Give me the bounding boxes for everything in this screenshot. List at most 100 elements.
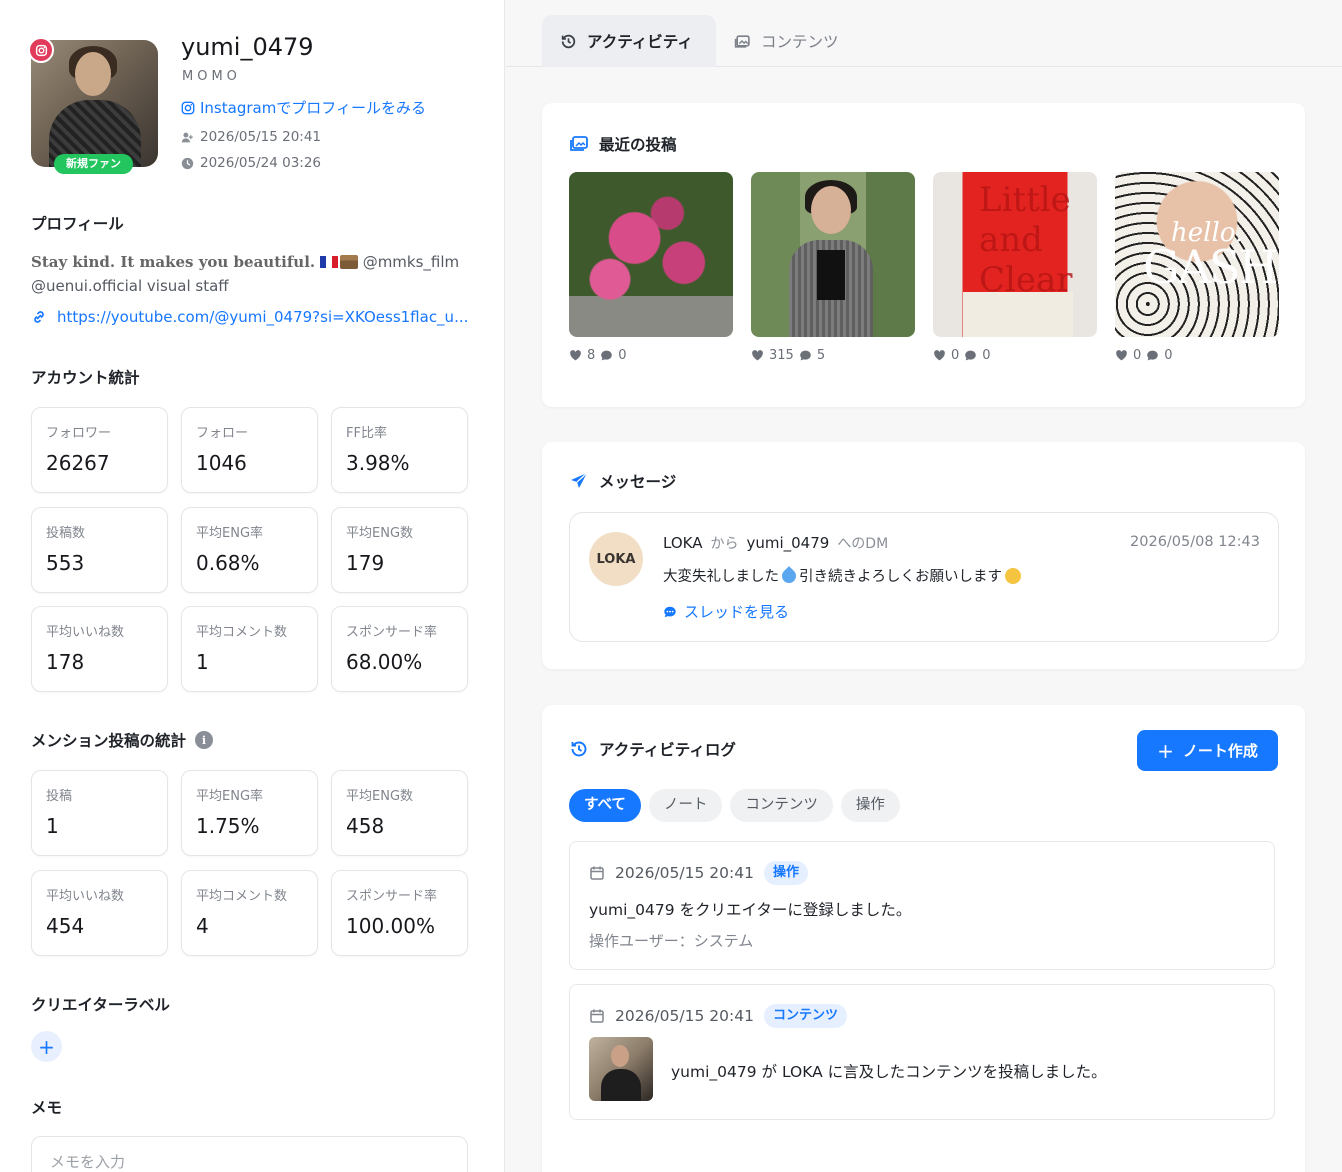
log-operator: 操作ユーザー：システム [589,932,754,950]
image-stack-icon [734,34,750,48]
creator-sidebar: 新規ファン yumi_0479 MOMO Instagramでプロフィールをみる… [0,0,505,1172]
instagram-icon [28,37,54,63]
instagram-profile-link[interactable]: Instagramでプロフィールをみる [181,97,426,118]
stat-value: 458 [346,814,385,838]
registered-date: 2026/05/15 20:41 [181,129,321,145]
stat-label: FF比率 [346,426,387,441]
registered-date-text: 2026/05/15 20:41 [200,129,322,145]
post-item[interactable]: 8 0 [569,172,733,363]
log-date: 2026/05/15 20:41 [615,864,754,882]
comment-icon [601,350,613,361]
bio-external-link[interactable]: https://youtube.com/@yumi_0479?si=XKOess… [31,308,468,326]
instagram-link-label: Instagramでプロフィールをみる [200,99,427,117]
stat-card: 平均ENG数 458 [331,770,468,856]
stat-card: 平均コメント数 4 [181,869,318,956]
activity-log-card: アクティビティログ + ノート作成 すべて ノート コンテンツ 操作 2026/… [542,705,1305,1172]
log-tag: コンテンツ [763,1004,847,1028]
comment-icon [800,350,811,361]
stat-card: 平均ENG率 0.68% [181,506,318,593]
filter-note[interactable]: ノート [648,789,723,822]
comment-icon [1147,350,1159,361]
tab-activity[interactable]: アクティビティ [542,15,716,67]
comment-count: 5 [816,348,826,363]
like-count: 315 [769,348,794,363]
stat-value: 1 [46,814,59,838]
profile-display-name: MOMO [182,69,241,84]
stat-label: 投稿数 [46,525,86,541]
france-flag-icon [319,256,338,268]
create-note-button[interactable]: + ノート作成 [1137,730,1278,771]
post-counts: 8 0 [569,348,733,363]
filter-operation[interactable]: 操作 [840,789,900,822]
post-thumbnail[interactable]: hello. GASH [1115,172,1279,337]
profile-avatar: 新規ファン [28,37,158,174]
like-count: 8 [587,348,596,363]
stat-value: 1 [196,650,209,674]
post-image-text: GASH [1143,240,1279,294]
profile-section-title: プロフィール [31,215,124,233]
filter-all[interactable]: すべて [569,789,641,822]
heart-icon [752,350,763,361]
stat-label: スポンサード率 [346,888,438,904]
message-sender: LOKA [663,534,703,552]
memo-title: メモ [31,1099,63,1117]
stat-card: スポンサード率 68.00% [331,606,468,692]
stat-value: 3.98% [346,451,410,475]
post-item[interactable]: hello. GASH 0 0 [1115,172,1279,363]
filter-content[interactable]: コンテンツ [730,789,833,822]
post-thumbnail[interactable] [569,172,733,337]
mention-stats-title-text: メンション投稿の統計 [31,732,187,750]
stat-label: 平均コメント数 [196,625,288,640]
stat-value: 1.75% [196,814,260,838]
history-icon [561,34,576,48]
stat-card: FF比率 3.98% [331,407,468,493]
stat-value: 1046 [196,451,247,475]
message-body: 大変失礼しました 引き続きよろしくお願いします [663,565,1021,586]
stat-card: 平均ENG数 179 [331,506,468,593]
message-body-a: 大変失礼しました [663,569,779,585]
content-thumbnail[interactable] [589,1037,653,1101]
post-item[interactable]: 315 5 [751,172,915,363]
stat-value: 68.00% [346,650,423,674]
heart-icon [570,350,581,361]
log-text: yumi_0479 をクリエイターに登録しました。 [589,901,912,919]
tab-content-label: コンテンツ [761,33,839,51]
stat-card: フォロー 1046 [181,407,318,493]
recent-posts-card: 最近の投稿 8 0 315 5 Little and Clear 0 0 hel… [542,103,1305,407]
message-date: 2026/05/08 12:43 [1130,534,1260,550]
message-from-word: から [710,536,739,552]
add-label-button[interactable]: + [31,1031,62,1062]
stat-card: 平均いいね数 178 [31,606,168,692]
activity-log-entry: 2026/05/15 20:41 コンテンツ yumi_0479 が LOKA … [569,984,1275,1120]
info-icon[interactable]: i [195,731,214,749]
sender-avatar: LOKA [589,532,643,586]
stat-value: 100.00% [346,913,435,938]
mention-stats-title: メンション投稿の統計 i [31,729,214,751]
stat-label: 平均いいね数 [46,888,125,904]
message-recipient: yumi_0479 [746,534,830,552]
message-item[interactable]: LOKA LOKA から yumi_0479 へのDM 2026/05/08 1… [569,512,1279,642]
stat-card: 平均コメント数 1 [181,606,318,692]
stat-value: 0.68% [196,550,260,575]
view-thread-link[interactable]: スレッドを見る [663,601,789,622]
post-counts: 0 0 [1115,348,1279,363]
recent-posts-title-text: 最近の投稿 [599,136,677,154]
post-thumbnail[interactable] [751,172,915,337]
creator-label-title: クリエイターラベル [31,996,170,1014]
comment-count: 0 [1164,348,1173,363]
user-add-icon [181,132,193,142]
tab-content[interactable]: コンテンツ [716,15,857,67]
post-item[interactable]: Little and Clear 0 0 [933,172,1097,363]
post-thumbnail[interactable]: Little and Clear [933,172,1097,337]
instagram-icon [181,101,195,114]
log-date-row: 2026/05/15 20:41 操作 [589,861,808,885]
activity-log-title-text: アクティビティログ [599,741,736,759]
post-counts: 315 5 [751,348,915,363]
stat-card: フォロワー 26267 [31,407,168,493]
stat-label: 平均ENG数 [346,789,414,804]
comment-icon [965,350,977,361]
memo-input[interactable]: メモを入力 [31,1136,468,1172]
like-count: 0 [951,348,960,363]
log-text: yumi_0479 が LOKA に言及したコンテンツを投稿しました。 [671,1063,1107,1081]
image-gallery-icon [570,136,588,151]
